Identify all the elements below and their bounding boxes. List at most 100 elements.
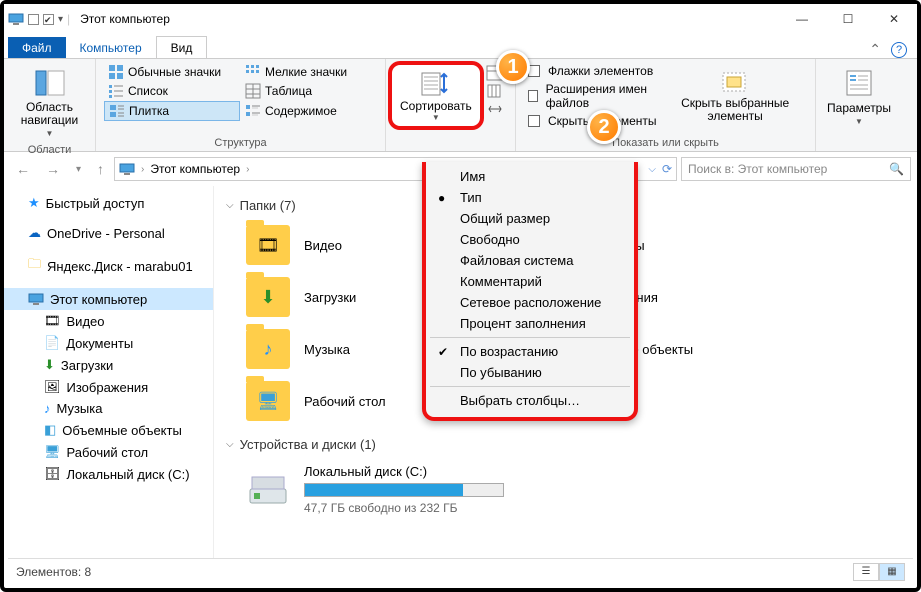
sidebar-desktop[interactable]: 🖥Рабочий стол [4, 441, 213, 463]
sort-by-name[interactable]: Имя [426, 166, 634, 187]
folder-videos[interactable]: 🎞Видео [246, 219, 446, 271]
sort-dropdown-menu: Имя ●Тип Общий размер Свободно Файловая … [422, 162, 638, 421]
maximize-button[interactable]: ☐ [825, 4, 871, 34]
layout-small-icons[interactable]: Мелкие значки [241, 63, 377, 81]
document-icon: 📄 [44, 335, 60, 351]
sidebar-downloads[interactable]: ⬇Загрузки [4, 354, 213, 376]
status-bar: Элементов: 8 ☰ ▦ [8, 558, 913, 584]
show-item-checkboxes[interactable]: Флажки элементов [524, 63, 663, 79]
folder-downloads[interactable]: ⬇Загрузки [246, 271, 446, 323]
tab-view[interactable]: Вид [156, 36, 208, 58]
drive-icon: 🗄 [44, 466, 61, 482]
drive-icon [246, 471, 290, 509]
sort-button[interactable]: Сортировать ▼ [394, 67, 478, 124]
sidebar-local-disk[interactable]: 🗄Локальный диск (C:) [4, 463, 213, 485]
search-box[interactable]: Поиск в: Этот компьютер 🔍 [681, 157, 911, 181]
monitor-icon [119, 161, 135, 177]
section-devices-header[interactable]: ⌵Устройства и диски (1) [226, 437, 905, 452]
sort-by-total-size[interactable]: Общий размер [426, 208, 634, 229]
chevron-down-icon: ▼ [855, 117, 863, 126]
sort-by-free-space[interactable]: Свободно [426, 229, 634, 250]
item-count: Элементов: 8 [16, 565, 91, 579]
layout-content[interactable]: Содержимое [241, 101, 377, 121]
ribbon-collapse-icon[interactable]: ⌃ [869, 41, 881, 58]
sort-ascending[interactable]: ✔По возрастанию [426, 341, 634, 362]
show-hide-group-label: Показать или скрыть [524, 135, 807, 149]
chevron-down-icon: ⌵ [226, 200, 234, 211]
window-title: Этот компьютер [80, 12, 170, 26]
sidebar-pictures[interactable]: 🖼Изображения [4, 376, 213, 398]
refresh-icon[interactable]: ⟳ [662, 162, 672, 176]
large-icons-view-toggle[interactable]: ▦ [879, 563, 905, 581]
breadcrumb-sep-icon[interactable]: › [246, 164, 249, 175]
recent-locations-icon[interactable]: ▾ [70, 162, 87, 177]
sort-descending[interactable]: По убыванию [426, 362, 634, 383]
tab-computer[interactable]: Компьютер [66, 37, 156, 58]
sidebar-3d-objects[interactable]: ◧Объемные объекты [4, 419, 213, 441]
show-file-extensions[interactable]: Расширения имен файлов [524, 81, 663, 111]
drive-usage-bar [304, 483, 504, 497]
video-icon: 🎞 [44, 313, 61, 329]
chevron-down-icon: ▼ [432, 113, 440, 122]
sidebar-this-pc[interactable]: Этот компьютер [4, 288, 213, 310]
sort-button-label: Сортировать [400, 99, 472, 113]
forward-button[interactable]: → [40, 159, 66, 179]
sort-by-percent-full[interactable]: Процент заполнения [426, 313, 634, 334]
search-icon: 🔍 [889, 162, 904, 176]
check-icon: ✔ [438, 345, 448, 359]
breadcrumb-sep-icon[interactable]: › [141, 164, 144, 175]
music-icon: ♪ [44, 401, 51, 416]
folder-music[interactable]: ♪Музыка [246, 323, 446, 375]
folder-icon: 🗀 [28, 255, 41, 277]
add-columns-icon[interactable] [486, 83, 502, 99]
sidebar-onedrive[interactable]: ☁OneDrive - Personal [4, 222, 213, 244]
choose-columns[interactable]: Выбрать столбцы… [426, 390, 634, 411]
layout-normal-icons[interactable]: Обычные значки [104, 63, 240, 81]
qat-overflow-icon[interactable]: ▾ [58, 14, 63, 25]
navigation-pane-button[interactable]: Область навигации ▼ [12, 63, 87, 142]
help-icon[interactable]: ? [891, 42, 907, 58]
minimize-button[interactable]: ― [779, 4, 825, 34]
layout-tile[interactable]: Плитка [104, 101, 240, 121]
tab-file[interactable]: Файл [8, 37, 66, 58]
sort-by-network-location[interactable]: Сетевое расположение [426, 292, 634, 313]
sidebar-music[interactable]: ♪Музыка [4, 398, 213, 419]
chevron-down-icon: ▼ [46, 129, 54, 138]
navigation-pane-label: Область навигации [18, 101, 81, 127]
layout-group-label: Структура [104, 135, 377, 149]
layout-table[interactable]: Таблица [241, 82, 377, 100]
desktop-icon: 🖥 [44, 444, 61, 460]
chevron-down-icon: ⌵ [226, 439, 234, 450]
sidebar-yandex-disk[interactable]: 🗀Яндекс.Диск - marabu01 [4, 252, 213, 280]
options-button[interactable]: Параметры ▼ [824, 63, 894, 130]
sidebar-documents[interactable]: 📄Документы [4, 332, 213, 354]
ribbon: Область навигации ▼ Области Обычные знач… [4, 58, 917, 152]
callout-badge-1: 1 [496, 50, 530, 84]
titlebar: ▾ | Этот компьютер ― ☐ ✕ [4, 4, 917, 34]
drive-free-space: 47,7 ГБ свободно из 232 ГБ [304, 501, 504, 515]
sidebar-videos[interactable]: 🎞Видео [4, 310, 213, 332]
sidebar-quick-access[interactable]: ★Быстрый доступ [4, 192, 213, 214]
sort-by-type[interactable]: ●Тип [426, 187, 634, 208]
nav-pane: ★Быстрый доступ ☁OneDrive - Personal 🗀Ян… [4, 186, 214, 562]
close-button[interactable]: ✕ [871, 4, 917, 34]
quick-access-toolbar: ▾ | Этот компьютер [8, 11, 170, 27]
ribbon-tabs: Файл Компьютер Вид ⌃ ? [4, 34, 917, 58]
details-view-toggle[interactable]: ☰ [853, 563, 879, 581]
qat-checkbox-1[interactable] [28, 14, 39, 25]
layout-list[interactable]: Список [104, 82, 240, 100]
hide-selected-button[interactable]: Скрыть выбранные элементы [663, 63, 807, 129]
cloud-icon: ☁ [28, 225, 41, 241]
sort-by-comment[interactable]: Комментарий [426, 271, 634, 292]
monitor-icon [8, 11, 24, 27]
back-button[interactable]: ← [10, 159, 36, 179]
up-button[interactable]: ↑ [91, 159, 110, 179]
sort-by-filesystem[interactable]: Файловая система [426, 250, 634, 271]
size-all-columns-icon[interactable] [486, 101, 502, 117]
address-dropdown-icon[interactable]: ⌵ [648, 164, 656, 175]
callout-badge-2: 2 [587, 110, 621, 144]
drive-local-c[interactable]: Локальный диск (C:) 47,7 ГБ свободно из … [246, 458, 905, 521]
breadcrumb-thispc[interactable]: Этот компьютер [150, 162, 240, 176]
qat-checkbox-2[interactable] [43, 14, 54, 25]
monitor-icon [28, 291, 44, 307]
